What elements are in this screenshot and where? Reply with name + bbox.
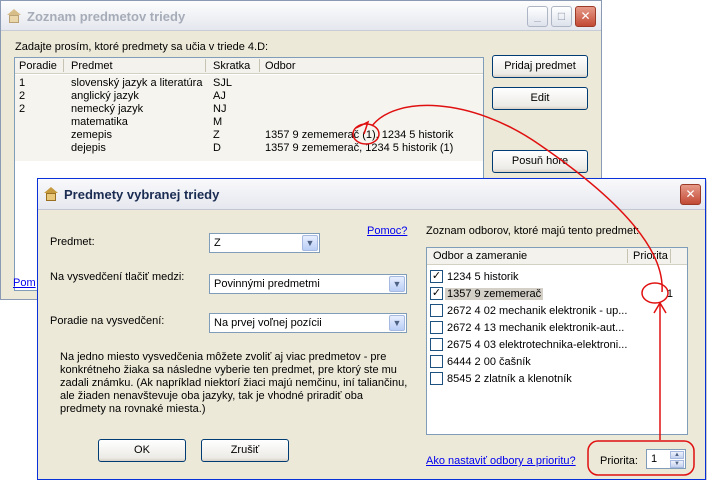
column-poradie[interactable]: Poradie [19,60,57,72]
cell-skratka: M [213,116,223,128]
cell-skratka: AJ [213,90,226,102]
dialog-title: Predmety vybranej triedy [64,187,220,202]
print-label: Na vysvedčení tlačiť medzi: [50,271,185,283]
print-select[interactable]: Povinnými predmetmi ▼ [209,274,407,294]
dialog-close-button[interactable]: ✕ [680,184,701,205]
cell-odbor: 1357 9 zememerač (1), 1234 5 historik [265,129,454,141]
table-row[interactable]: dejepis D 1357 9 zememerač, 1234 5 histo… [15,142,483,154]
arrow-down-icon[interactable]: ▼ [670,460,684,468]
setup-link[interactable]: Ako nastaviť odbory a prioritu? [426,455,576,467]
cell-poradie: 2 [19,103,26,115]
cell-odbor: 1357 9 zememerač, 1234 5 historik (1) [265,142,454,154]
list-item[interactable]: 2672 4 02 mechanik elektronik - up... [430,303,685,319]
arrow-up-icon[interactable]: ▲ [670,451,684,459]
priority-label: Priorita: [600,455,638,467]
cell-predmet: zemepis [71,129,112,141]
order-select-value: Na prvej voľnej pozícii [214,317,322,329]
odbor-name-selected: 1357 9 zememerač [445,288,544,300]
minimize-button[interactable]: _ [527,6,548,27]
maximize-button[interactable]: □ [551,6,572,27]
ok-button[interactable]: OK [98,439,186,462]
odbory-list[interactable]: Odbor a zameranie Priorita ✓ 1234 5 hist… [426,247,688,435]
subjects-rows: 1 slovenský jazyk a literatúra SJL 2 ang… [15,75,483,161]
chevron-down-icon[interactable]: ▼ [389,315,405,331]
add-subject-button[interactable]: Pridaj predmet [492,55,588,78]
table-row[interactable]: 2 anglický jazyk AJ [15,90,483,102]
help-link-partial[interactable]: Pom [13,277,36,289]
print-select-value: Povinnými predmetmi [214,278,320,290]
odbor-checkbox[interactable] [430,304,443,317]
priority-spinner[interactable]: 1 ▲ ▼ [646,449,686,469]
cancel-button[interactable]: Zrušiť [201,439,289,462]
odbor-checkbox[interactable]: ✓ [430,270,443,283]
odbor-name: 2675 4 03 elektrotechnika-elektroni... [447,339,628,351]
column-skratka[interactable]: Skratka [213,60,250,72]
close-button[interactable]: ✕ [575,6,596,27]
list-item[interactable]: ✓ 1357 9 zememerač 1 [430,286,685,302]
predmet-label: Predmet: [50,236,95,248]
class-subjects-dialog: Predmety vybranej triedy ✕ Predmet: Pomo… [37,178,706,480]
odbor-checkbox[interactable] [430,338,443,351]
instruction-text: Zadajte prosím, ktoré predmety sa učia v… [15,41,269,53]
list-item[interactable]: ✓ 1234 5 historik [430,269,685,285]
odbor-priority-value: 1 [666,288,673,300]
table-row[interactable]: matematika M [15,116,483,128]
info-note: Na jedno miesto vysvedčenia môžete zvoli… [60,351,408,415]
odbor-name: 1234 5 historik [447,271,519,283]
cell-skratka: SJL [213,77,232,89]
priority-spinner-value: 1 [651,453,658,465]
subjects-list-header: Poradie Predmet Skratka Odbor [15,58,483,74]
odbor-name: 2672 4 13 mechanik elektronik-aut... [447,322,625,334]
cell-predmet: anglický jazyk [71,90,139,102]
cell-predmet: dejepis [71,142,106,154]
odbor-checkbox[interactable] [430,321,443,334]
odbory-list-header: Odbor a zameranie Priorita [427,248,687,265]
order-select[interactable]: Na prvej voľnej pozícii ▼ [209,313,407,333]
column-predmet[interactable]: Predmet [71,60,113,72]
cell-skratka: NJ [213,103,227,115]
cell-predmet: nemecký jazyk [71,103,144,115]
edit-button[interactable]: Edit [492,87,588,110]
list-item[interactable]: 8545 2 zlatník a klenotník [430,371,685,387]
list-item[interactable]: 6444 2 00 čašník [430,354,685,370]
dialog-titlebar[interactable]: Predmety vybranej triedy ✕ [38,179,705,210]
cell-poradie: 2 [19,90,26,102]
odbor-name: 6444 2 00 čašník [447,356,531,368]
odbor-name: 2672 4 02 mechanik elektronik - up... [447,305,628,317]
column-odbor[interactable]: Odbor [265,60,296,72]
column-priorita[interactable]: Priorita [633,250,668,262]
app-house-icon [7,9,21,23]
predmet-select-value: Z [214,237,221,249]
predmet-select[interactable]: Z ▼ [209,233,320,253]
table-row[interactable]: 2 nemecký jazyk NJ [15,103,483,115]
odbor-checkbox[interactable]: ✓ [430,287,443,300]
help-link[interactable]: Pomoc? [367,225,407,237]
column-odbor-zameranie[interactable]: Odbor a zameranie [433,250,527,262]
list-item[interactable]: 2675 4 03 elektrotechnika-elektroni... [430,337,685,353]
table-row[interactable]: 1 slovenský jazyk a literatúra SJL [15,77,483,89]
cell-predmet: matematika [71,116,128,128]
cell-predmet: slovenský jazyk a literatúra [71,77,203,89]
chevron-down-icon[interactable]: ▼ [389,276,405,292]
list-item[interactable]: 2672 4 13 mechanik elektronik-aut... [430,320,685,336]
move-up-button[interactable]: Posuň hore [492,150,588,173]
cell-poradie: 1 [19,77,26,89]
chevron-down-icon[interactable]: ▼ [302,235,318,251]
odbor-checkbox[interactable] [430,372,443,385]
table-row[interactable]: zemepis Z 1357 9 zememerač (1), 1234 5 h… [15,129,483,141]
cell-skratka: D [213,142,221,154]
odbor-checkbox[interactable] [430,355,443,368]
app-house-icon [44,187,58,201]
subjects-window-titlebar[interactable]: Zoznam predmetov triedy _ □ ✕ [1,1,601,31]
odbor-name: 8545 2 zlatník a klenotník [447,373,572,385]
cell-skratka: Z [213,129,220,141]
order-label: Poradie na vysvedčení: [50,315,165,327]
subjects-window-title: Zoznam predmetov triedy [27,9,186,24]
odbory-label: Zoznam odborov, ktoré majú tento predmet… [426,225,640,237]
